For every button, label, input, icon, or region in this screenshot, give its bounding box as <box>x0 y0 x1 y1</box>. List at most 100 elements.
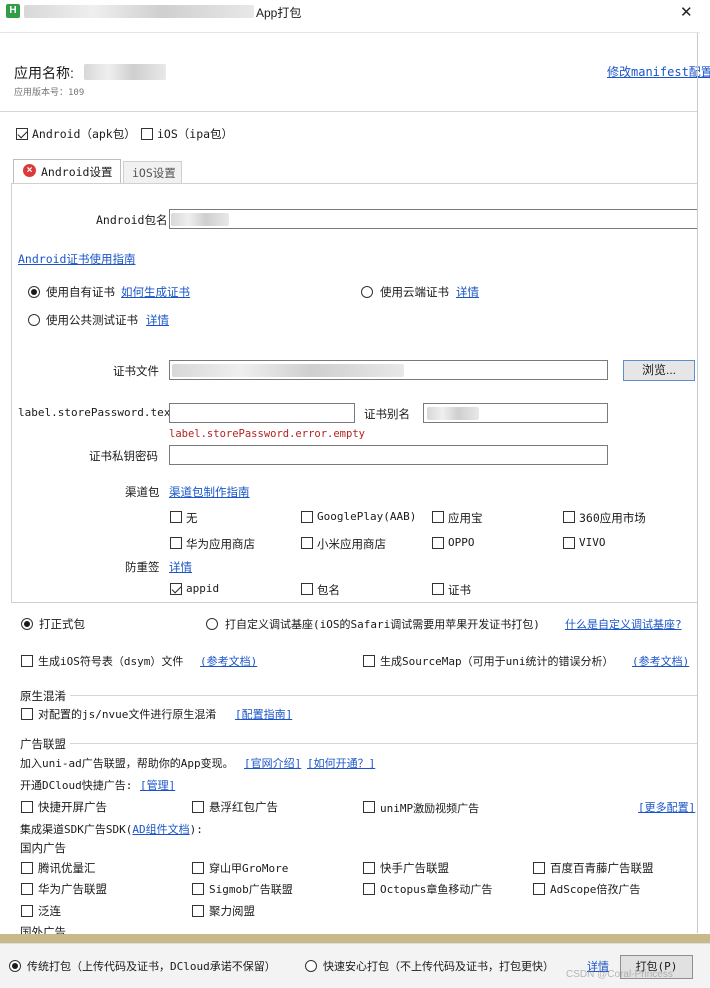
channel-googleplay-checkbox[interactable] <box>301 511 313 523</box>
formal-build-label: 打正式包 <box>39 617 85 631</box>
ad-juli-checkbox[interactable] <box>192 905 204 917</box>
anti-appid-label: appid <box>186 582 220 595</box>
right-scrollbar[interactable] <box>697 33 698 933</box>
ad-juli-label: 聚力阅盟 <box>209 904 255 918</box>
ios-checkbox[interactable] <box>141 128 153 140</box>
channel-vivo-checkbox[interactable] <box>563 537 575 549</box>
key-password-label: 证书私钥密码 <box>89 449 158 463</box>
ad-octopus-checkbox[interactable] <box>363 883 375 895</box>
store-password-input[interactable] <box>169 403 355 423</box>
channel-huawei-checkbox[interactable] <box>170 537 182 549</box>
ad-redpacket-label: 悬浮红包广告 <box>209 800 278 814</box>
app-name-label: 应用名称: <box>14 65 74 81</box>
ios-dsym-label: 生成iOS符号表（dsym）文件 <box>38 655 184 668</box>
channel-oppo-checkbox[interactable] <box>432 537 444 549</box>
obfuscation-guide-link[interactable]: [配置指南] <box>235 706 292 722</box>
cert-guide-link[interactable]: Android证书使用指南 <box>18 251 135 267</box>
channel-googleplay-label: GooglePlay(AAB) <box>317 510 417 523</box>
ads-intro-link2[interactable]: [如何开通？] <box>307 755 375 771</box>
ad-redpacket-checkbox[interactable] <box>192 801 204 813</box>
channel-360-label: 360应用市场 <box>579 511 646 525</box>
public-cert-radio[interactable] <box>28 314 40 326</box>
browse-button[interactable]: 浏览... <box>623 360 695 381</box>
package-input[interactable] <box>169 209 697 229</box>
anti-cert-checkbox[interactable] <box>432 583 444 595</box>
anti-package-checkbox[interactable] <box>301 583 313 595</box>
cloud-cert-radio[interactable] <box>361 286 373 298</box>
traditional-build-radio[interactable] <box>9 960 21 972</box>
title-redacted <box>24 5 254 18</box>
anti-resign-label: 防重签 <box>125 560 160 574</box>
ad-adscope-label: AdScope倍孜广告 <box>550 883 641 896</box>
custom-base-link[interactable]: 什么是自定义调试基座? <box>565 616 682 632</box>
close-icon[interactable]: ✕ <box>680 3 693 21</box>
ios-dsym-checkbox[interactable] <box>21 655 33 667</box>
sdk-label: 集成渠道SDK广告SDK(AD组件文档): <box>20 821 203 837</box>
more-config-link[interactable]: [更多配置] <box>638 799 695 815</box>
custom-base-radio[interactable] <box>206 618 218 630</box>
dcloud-ads-link[interactable]: [管理] <box>140 777 175 793</box>
key-password-input[interactable] <box>169 445 608 465</box>
ad-tencent-checkbox[interactable] <box>21 862 33 874</box>
tab-android[interactable]: × Android设置 <box>13 159 121 183</box>
store-password-error: label.storePassword.error.empty <box>169 428 365 440</box>
manifest-link[interactable]: 修改manifest配置 <box>607 63 710 80</box>
sdk-doc-link[interactable]: AD组件文档 <box>132 823 189 836</box>
csdn-watermark: CSDN @Coral-Princess <box>566 969 673 980</box>
ad-fanlian-label: 泛连 <box>38 904 61 918</box>
ad-gromore-label: 穿山甲GroMore <box>209 862 289 875</box>
fast-build-radio[interactable] <box>305 960 317 972</box>
ad-kuaishou-label: 快手广告联盟 <box>380 861 449 875</box>
ads-intro-link1[interactable]: [官网介绍] <box>244 755 301 771</box>
channel-360-checkbox[interactable] <box>563 511 575 523</box>
app-version: 应用版本号：109 <box>14 88 85 98</box>
android-checkbox[interactable] <box>16 128 28 140</box>
android-label: Android（apk包） <box>32 127 136 141</box>
own-cert-radio[interactable] <box>28 286 40 298</box>
tab-android-label: Android设置 <box>41 165 113 179</box>
tab-ios[interactable]: iOS设置 <box>123 161 182 183</box>
ad-tencent-label: 腾讯优量汇 <box>38 861 96 875</box>
cloud-cert-link[interactable]: 详情 <box>456 284 479 300</box>
traditional-build-label: 传统打包（上传代码及证书，DCloud承诺不保留） <box>27 960 276 973</box>
ad-octopus-label: Octopus章鱼移动广告 <box>380 883 493 896</box>
own-cert-link[interactable]: 如何生成证书 <box>121 284 190 300</box>
public-cert-link[interactable]: 详情 <box>146 312 169 328</box>
ad-fanlian-checkbox[interactable] <box>21 905 33 917</box>
ad-sigmob-checkbox[interactable] <box>192 883 204 895</box>
channel-yingyongbao-checkbox[interactable] <box>432 511 444 523</box>
ad-baidu-checkbox[interactable] <box>533 862 545 874</box>
ios-dsym-link[interactable]: (参考文档) <box>200 653 257 669</box>
footer-stripe <box>0 934 710 943</box>
sourcemap-checkbox[interactable] <box>363 655 375 667</box>
ad-splash-checkbox[interactable] <box>21 801 33 813</box>
own-cert-label: 使用自有证书 <box>46 285 115 299</box>
ad-adscope-checkbox[interactable] <box>533 883 545 895</box>
sourcemap-label: 生成SourceMap（可用于uni统计的错误分析） <box>380 655 614 668</box>
channel-guide-link[interactable]: 渠道包制作指南 <box>169 484 250 500</box>
channel-label: 渠道包 <box>125 485 160 499</box>
ios-label: iOS（ipa包） <box>157 127 234 141</box>
anti-appid-checkbox[interactable] <box>170 583 182 595</box>
custom-base-label: 打自定义调试基座(iOS的Safari调试需要用苹果开发证书打包) <box>225 618 540 631</box>
obfuscation-checkbox[interactable] <box>21 708 33 720</box>
channel-xiaomi-checkbox[interactable] <box>301 537 313 549</box>
ad-huawei-label: 华为广告联盟 <box>38 882 107 896</box>
channel-huawei-label: 华为应用商店 <box>186 537 255 551</box>
foreign-ads-title: 国外广告 <box>20 925 66 934</box>
cert-file-redacted <box>172 364 404 377</box>
formal-build-radio[interactable] <box>21 618 33 630</box>
ad-gromore-checkbox[interactable] <box>192 862 204 874</box>
ad-unimp-checkbox[interactable] <box>363 801 375 813</box>
domestic-ads-title: 国内广告 <box>20 841 66 855</box>
channel-none-checkbox[interactable] <box>170 511 182 523</box>
sourcemap-link[interactable]: (参考文档) <box>632 653 689 669</box>
channel-none-label: 无 <box>186 511 198 525</box>
channel-vivo-label: VIVO <box>579 536 606 549</box>
ad-kuaishou-checkbox[interactable] <box>363 862 375 874</box>
ad-huawei-checkbox[interactable] <box>21 883 33 895</box>
anti-resign-link[interactable]: 详情 <box>169 559 192 575</box>
public-cert-label: 使用公共测试证书 <box>46 313 138 327</box>
channel-xiaomi-label: 小米应用商店 <box>317 537 386 551</box>
alias-redacted <box>427 407 479 420</box>
